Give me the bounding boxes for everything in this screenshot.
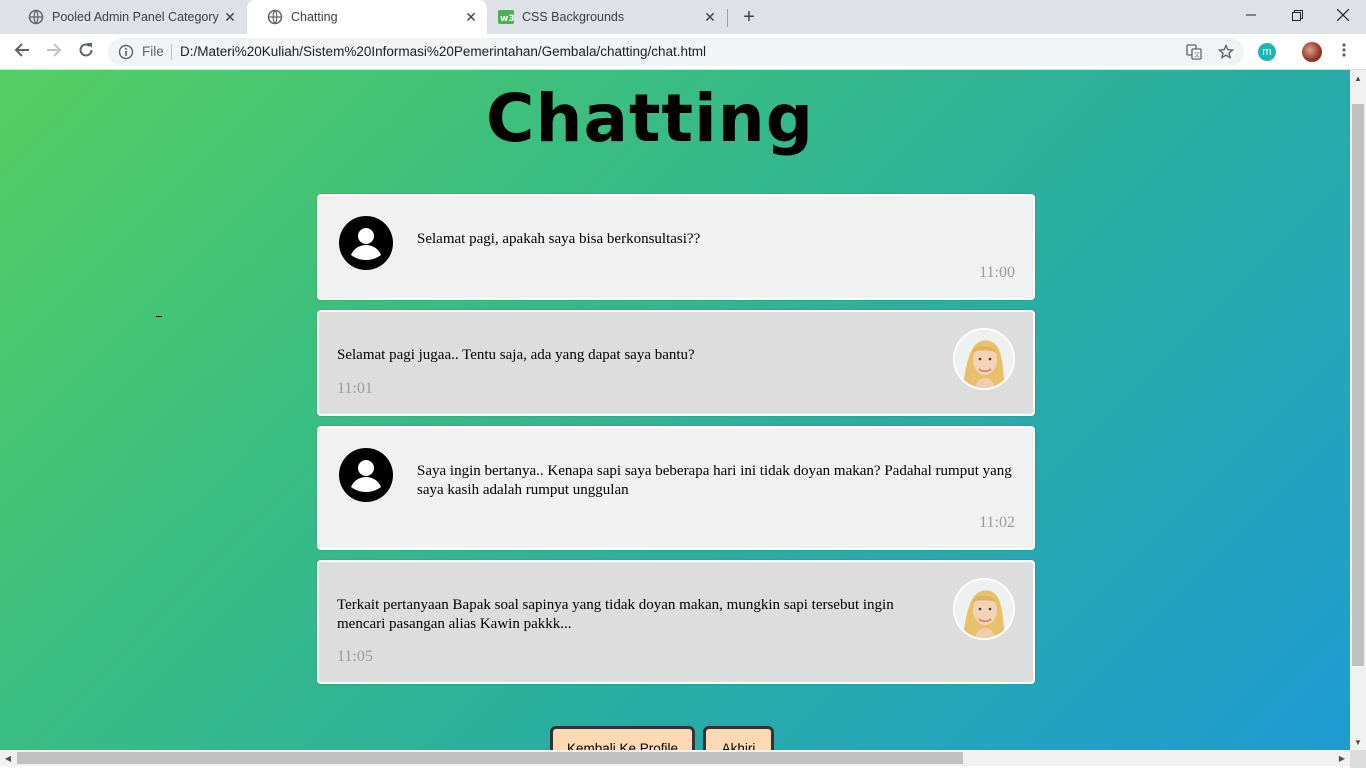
browser-toolbar: File D:/Materi%20Kuliah/Sistem%20Informa… — [0, 34, 1366, 70]
extension-icon[interactable]: m — [1258, 43, 1276, 61]
page-title: Chatting — [486, 80, 814, 157]
horizontal-scrollbar[interactable]: ◀ ▶ — [0, 750, 1350, 766]
globe-icon — [28, 9, 44, 25]
end-chat-button[interactable]: Akhiri — [703, 726, 774, 750]
info-icon[interactable] — [118, 44, 134, 60]
globe-icon — [267, 9, 283, 25]
stray-mark — [156, 316, 162, 317]
menu-button[interactable] — [1330, 38, 1358, 66]
translate-icon[interactable]: 文 — [1186, 44, 1202, 60]
profile-avatar[interactable] — [1302, 42, 1322, 62]
scroll-left-icon[interactable]: ◀ — [0, 750, 16, 766]
tab-separator — [727, 9, 728, 27]
new-tab-button[interactable]: + — [737, 5, 761, 29]
tab-title: Pooled Admin Panel Category Fla — [52, 10, 222, 24]
restore-button[interactable] — [1274, 0, 1320, 30]
scroll-down-icon[interactable]: ▼ — [1350, 734, 1366, 750]
chat-message-reply: Terkait pertanyaan Bapak soal sapinya ya… — [317, 560, 1035, 684]
message-time: 11:01 — [337, 380, 373, 397]
kebab-menu-icon — [1342, 42, 1346, 63]
arrow-right-icon — [46, 42, 62, 63]
message-time: 11:00 — [979, 264, 1015, 281]
tab-pooled-admin[interactable]: Pooled Admin Panel Category Fla ✕ — [8, 0, 246, 34]
scheme-label: File — [142, 44, 164, 59]
tab-close-icon[interactable]: ✕ — [222, 9, 238, 25]
message-text: Terkait pertanyaan Bapak soal sapinya ya… — [337, 597, 894, 632]
tab-chatting[interactable]: Chatting ✕ — [247, 0, 487, 34]
tab-title: CSS Backgrounds — [522, 10, 625, 24]
message-text: Selamat pagi, apakah saya bisa berkonsul… — [417, 231, 701, 247]
agent-avatar — [953, 578, 1015, 640]
back-to-profile-button[interactable]: Kembali Ke Profile — [550, 726, 695, 750]
vertical-scroll-thumb[interactable] — [1352, 104, 1364, 666]
minimize-button[interactable] — [1228, 0, 1274, 30]
scroll-right-icon[interactable]: ▶ — [1334, 750, 1350, 766]
tab-close-icon[interactable]: ✕ — [702, 9, 718, 25]
message-time: 11:05 — [337, 648, 373, 665]
forward-button[interactable] — [40, 38, 68, 66]
tab-title: Chatting — [291, 10, 338, 24]
reload-button[interactable] — [72, 38, 100, 66]
tab-css-backgrounds[interactable]: w3 CSS Backgrounds ✕ — [478, 0, 726, 34]
scroll-up-icon[interactable]: ▲ — [1350, 70, 1366, 86]
message-time: 11:02 — [979, 514, 1015, 531]
close-window-button[interactable] — [1320, 0, 1366, 30]
message-text: Saya ingin bertanya.. Kenapa sapi saya b… — [417, 463, 1012, 498]
svg-text:w3: w3 — [500, 14, 514, 24]
extension-letter: m — [1262, 46, 1272, 58]
user-avatar-icon — [337, 214, 395, 272]
message-text: Selamat pagi jugaa.. Tentu saja, ada yan… — [337, 347, 695, 363]
chat-message-reply: Selamat pagi jugaa.. Tentu saja, ada yan… — [317, 310, 1035, 416]
page-viewport: Chatting Selamat pagi, apakah saya bisa … — [0, 70, 1350, 750]
omnibox-divider — [171, 44, 172, 60]
user-avatar-icon — [337, 446, 395, 504]
w3schools-icon: w3 — [498, 9, 514, 25]
tab-close-icon[interactable]: ✕ — [463, 9, 479, 25]
star-icon[interactable] — [1218, 44, 1234, 60]
chat-message-user: Saya ingin bertanya.. Kenapa sapi saya b… — [317, 426, 1035, 550]
horizontal-scroll-thumb[interactable] — [17, 752, 963, 764]
address-bar[interactable]: File D:/Materi%20Kuliah/Sistem%20Informa… — [108, 38, 1244, 66]
tab-strip: Pooled Admin Panel Category Fla ✕ Chatti… — [0, 0, 1366, 34]
url-text[interactable]: D:/Materi%20Kuliah/Sistem%20Informasi%20… — [180, 44, 706, 59]
reload-icon — [78, 42, 94, 63]
svg-text:文: 文 — [1194, 51, 1200, 59]
arrow-left-icon — [14, 42, 30, 63]
vertical-scrollbar[interactable]: ▲ ▼ — [1350, 70, 1366, 750]
scrollbar-corner — [1350, 750, 1366, 768]
back-button[interactable] — [8, 38, 36, 66]
agent-avatar — [953, 328, 1015, 390]
chat-message-user: Selamat pagi, apakah saya bisa berkonsul… — [317, 194, 1035, 300]
